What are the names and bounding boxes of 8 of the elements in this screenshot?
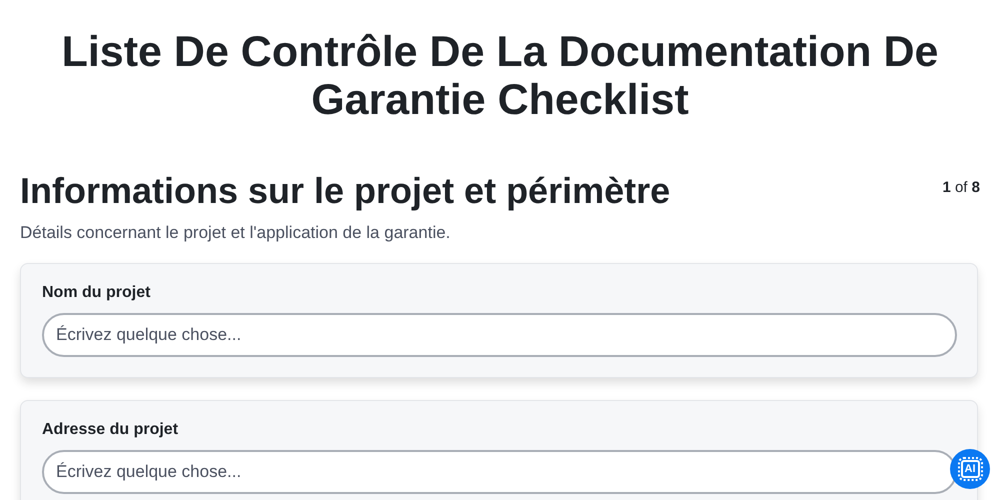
field-label: Nom du projet [42, 284, 152, 302]
text-field[interactable]: Écrivez quelque chose... [42, 313, 957, 357]
field-label: Adresse du projet [42, 421, 180, 439]
page-title: Liste De Contrôle De La Documentation De Garantie Checklist [60, 27, 940, 124]
text-field[interactable]: Écrivez quelque chose... [42, 450, 957, 494]
page-counter: 1 of 8 [942, 179, 980, 196]
section-description: Détails concernant le projet et l'application de la garantie. [20, 223, 452, 243]
section-heading: Informations sur le projet et périmètre [20, 169, 670, 213]
